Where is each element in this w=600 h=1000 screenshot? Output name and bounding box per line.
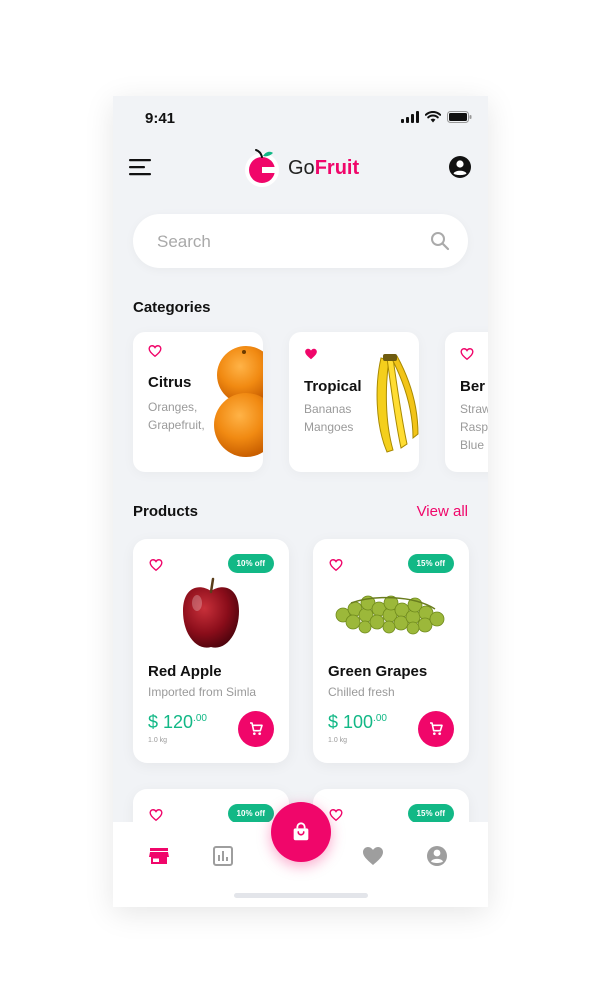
product-weight: 1.0 kg bbox=[148, 737, 168, 744]
category-name: Tropical bbox=[304, 378, 362, 395]
heart-icon[interactable] bbox=[361, 844, 385, 868]
brand-suffix: Fruit bbox=[314, 156, 360, 179]
brand-logo-group: GoFruit bbox=[244, 148, 359, 188]
heart-outline-icon[interactable] bbox=[329, 558, 343, 572]
search-input[interactable] bbox=[155, 228, 419, 256]
discount-badge: 15% off bbox=[407, 804, 454, 823]
price-main: $ 120 bbox=[148, 712, 194, 732]
cart-icon bbox=[250, 722, 263, 735]
product-price: $ 120.00 bbox=[148, 712, 207, 733]
app-header: GoFruit bbox=[113, 146, 488, 190]
price-main: $ 100 bbox=[328, 712, 374, 732]
product-description: Chilled fresh bbox=[328, 685, 395, 699]
shopping-bag-button[interactable] bbox=[271, 802, 331, 862]
view-all-link[interactable]: View all bbox=[417, 503, 468, 520]
category-card-berries[interactable]: Ber Straw Rasp Blue bbox=[445, 332, 488, 472]
store-icon[interactable] bbox=[147, 844, 171, 868]
category-card-citrus[interactable]: Citrus Oranges, Grapefruit, bbox=[133, 332, 263, 472]
battery-icon bbox=[447, 111, 472, 123]
banana-image bbox=[376, 354, 419, 453]
menu-icon[interactable] bbox=[129, 156, 153, 178]
product-price: $ 100.00 bbox=[328, 712, 387, 733]
category-name: Citrus bbox=[148, 374, 192, 391]
red-apple-image bbox=[183, 577, 239, 648]
search-bar bbox=[133, 214, 468, 268]
category-name: Ber bbox=[460, 378, 486, 395]
category-description: Straw Rasp Blue bbox=[460, 402, 488, 452]
status-icons bbox=[401, 111, 472, 123]
wifi-icon bbox=[425, 111, 441, 123]
orange-image bbox=[214, 346, 263, 457]
cart-icon bbox=[430, 722, 443, 735]
product-card-red-apple[interactable]: 10% off Red Apple Imported from Simla $ … bbox=[133, 539, 289, 763]
categories-title: Categories bbox=[133, 299, 211, 316]
price-cents: .00 bbox=[193, 713, 207, 724]
product-weight: 1.0 kg bbox=[328, 737, 348, 744]
discount-badge: 15% off bbox=[407, 554, 454, 573]
product-description: Imported from Simla bbox=[148, 685, 257, 699]
heart-outline-icon[interactable] bbox=[149, 808, 163, 822]
profile-icon[interactable] bbox=[448, 155, 472, 179]
discount-badge: 10% off bbox=[227, 554, 274, 573]
add-to-cart-button[interactable] bbox=[238, 711, 274, 747]
price-cents: .00 bbox=[373, 713, 387, 724]
product-name: Red Apple bbox=[148, 663, 222, 680]
brand-name: GoFruit bbox=[288, 157, 359, 180]
products-title: Products bbox=[133, 503, 199, 520]
signal-icon bbox=[401, 111, 419, 123]
category-description: Oranges, Grapefruit, bbox=[148, 400, 205, 432]
discount-badge: 10% off bbox=[227, 804, 274, 823]
search-icon[interactable] bbox=[430, 231, 450, 251]
category-description: Bananas Mangoes bbox=[304, 402, 354, 434]
chart-icon[interactable] bbox=[211, 844, 235, 868]
heart-outline-icon[interactable] bbox=[329, 808, 343, 822]
account-icon[interactable] bbox=[425, 844, 449, 868]
phone-screen: 9:41 GoFruit Search Categories Citrus Or… bbox=[113, 96, 488, 907]
brand-prefix: Go bbox=[288, 156, 315, 179]
product-name: Green Grapes bbox=[328, 663, 428, 680]
gofruit-logo-icon bbox=[245, 149, 279, 187]
home-indicator bbox=[234, 893, 368, 898]
add-to-cart-button[interactable] bbox=[418, 711, 454, 747]
shopping-bag-icon bbox=[293, 822, 309, 841]
green-grapes-image bbox=[335, 595, 445, 635]
status-bar: 9:41 bbox=[113, 96, 488, 140]
heart-outline-icon[interactable] bbox=[148, 344, 162, 358]
heart-filled-icon[interactable] bbox=[304, 347, 318, 361]
heart-outline-icon[interactable] bbox=[460, 347, 474, 361]
product-card-green-grapes[interactable]: 15% off Green Grapes Chilled fresh $ 100… bbox=[313, 539, 469, 763]
category-card-tropical[interactable]: Tropical Bananas Mangoes bbox=[289, 332, 419, 472]
heart-outline-icon[interactable] bbox=[149, 558, 163, 572]
status-time: 9:41 bbox=[145, 110, 176, 127]
